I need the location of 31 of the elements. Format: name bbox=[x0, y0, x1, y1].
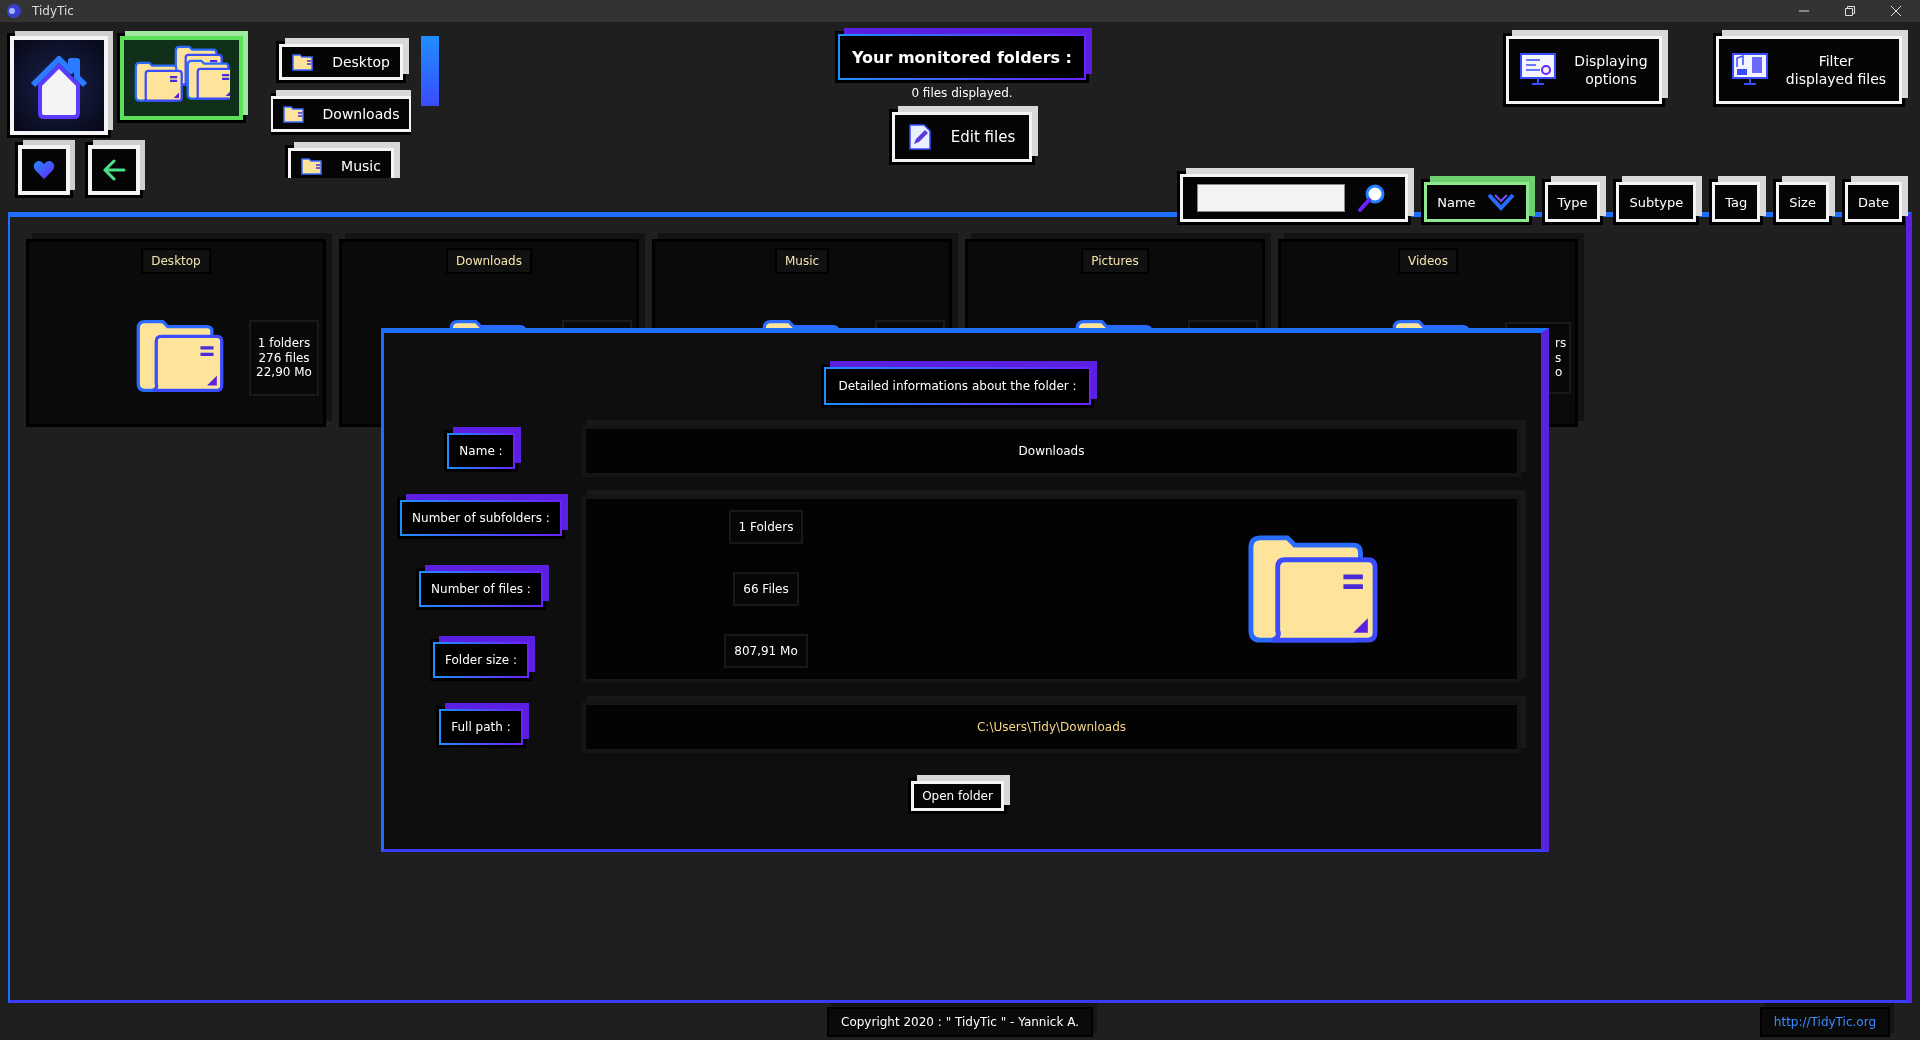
monitor-media-icon bbox=[1731, 53, 1768, 87]
folder-name: Videos bbox=[1398, 248, 1458, 274]
folder-name: Music bbox=[774, 248, 830, 274]
folder-stat: 22,90 Mo bbox=[256, 365, 312, 380]
folder-icon bbox=[282, 105, 305, 123]
folder-stat: 276 files bbox=[258, 350, 310, 366]
back-arrow-icon bbox=[102, 159, 126, 181]
folder-name: Pictures bbox=[1081, 248, 1149, 274]
folder-stat: s bbox=[1555, 350, 1562, 366]
chevron-down-icon bbox=[1485, 192, 1516, 212]
files-count: 0 files displayed. bbox=[911, 86, 1013, 100]
monitor-settings-icon bbox=[1520, 53, 1557, 87]
folder-stat: 1 folders bbox=[257, 336, 311, 351]
folder-icon bbox=[135, 318, 225, 394]
field-value: 66 Files bbox=[733, 572, 799, 606]
folder-icon bbox=[301, 157, 324, 175]
window-title: TidyTic bbox=[32, 4, 74, 18]
folder-stat: o bbox=[1555, 365, 1563, 380]
folder-name: Downloads bbox=[446, 248, 532, 274]
field-value: 807,91 Mo bbox=[724, 634, 808, 668]
folder-name: Desktop bbox=[141, 248, 211, 274]
app-logo-icon bbox=[6, 3, 22, 19]
close-icon[interactable] bbox=[1890, 5, 1902, 17]
pencil-document-icon bbox=[908, 124, 931, 150]
folder-icon bbox=[292, 53, 315, 71]
restore-icon[interactable] bbox=[1844, 5, 1856, 17]
field-value: 1 Folders bbox=[728, 510, 804, 544]
large-folder-icon bbox=[1246, 533, 1380, 645]
scrollbar[interactable] bbox=[421, 36, 439, 106]
heart-icon bbox=[33, 160, 55, 180]
folder-stat: rs bbox=[1555, 336, 1567, 351]
